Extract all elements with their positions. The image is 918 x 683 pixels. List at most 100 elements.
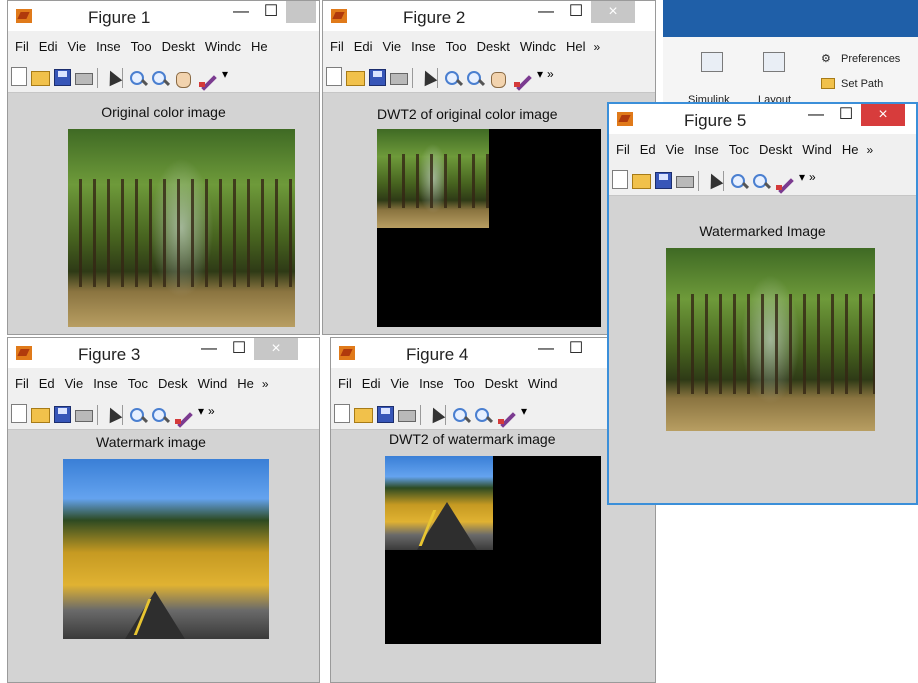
menu-edit[interactable]: Edi — [347, 31, 376, 54]
toolbar-overflow-icon[interactable]: » — [809, 170, 816, 184]
menu-insert[interactable]: Inse — [89, 31, 124, 54]
menu-file[interactable]: Fil — [8, 31, 32, 54]
menu-help[interactable]: He — [230, 368, 257, 391]
menu-edit[interactable]: Ed — [633, 134, 659, 157]
save-icon[interactable] — [655, 172, 672, 189]
open-file-icon[interactable] — [31, 408, 50, 423]
save-icon[interactable] — [369, 69, 386, 86]
open-file-icon[interactable] — [632, 174, 651, 189]
edit-plot-arrow-icon[interactable] — [427, 404, 441, 426]
figure-5-titlebar[interactable]: Figure 5 — ☐ × — [609, 104, 916, 134]
toolbar-dropdown-icon[interactable]: ▾ — [222, 67, 228, 81]
figure-2-window[interactable]: Figure 2 — ☐ × Fil Edi Vie Inse Too Deskt Windc H… — [322, 0, 656, 335]
zoom-in-icon[interactable] — [730, 170, 748, 192]
close-button[interactable]: × — [591, 1, 635, 23]
open-file-icon[interactable] — [354, 408, 373, 423]
menu-file[interactable]: Fil — [609, 134, 633, 157]
menu-window[interactable]: Wind — [521, 368, 561, 391]
menu-tools[interactable]: Toc — [121, 368, 151, 391]
menu-view[interactable]: Vie — [376, 31, 405, 54]
print-icon[interactable] — [398, 410, 416, 422]
close-button[interactable] — [286, 1, 316, 23]
print-icon[interactable] — [676, 176, 694, 188]
minimize-button[interactable]: — — [226, 1, 256, 23]
zoom-out-icon[interactable] — [752, 170, 770, 192]
menu-desktop[interactable]: Deskt — [470, 31, 513, 54]
figure-2-titlebar[interactable]: Figure 2 — ☐ × — [323, 1, 655, 31]
maximize-button[interactable]: ☐ — [831, 104, 861, 126]
edit-plot-arrow-icon[interactable] — [419, 67, 433, 89]
menu-window[interactable]: Wind — [191, 368, 231, 391]
preferences-gear-icon[interactable]: ⚙ — [821, 52, 831, 65]
menu-overflow-icon[interactable]: » — [861, 135, 873, 157]
close-button[interactable]: × — [861, 104, 905, 126]
save-icon[interactable] — [377, 406, 394, 423]
maximize-button[interactable]: ☐ — [224, 338, 254, 360]
zoom-in-icon[interactable] — [444, 67, 462, 89]
menu-help[interactable]: He — [835, 134, 862, 157]
zoom-in-icon[interactable] — [129, 404, 147, 426]
toolbar-dropdown-icon[interactable]: ▾ — [799, 170, 805, 184]
menu-file[interactable]: Fil — [323, 31, 347, 54]
menu-help[interactable]: He — [244, 31, 271, 54]
simulink-icon[interactable] — [701, 52, 723, 72]
brush-icon[interactable] — [496, 404, 516, 426]
menu-file[interactable]: Fil — [8, 368, 32, 391]
menu-insert[interactable]: Inse — [412, 368, 447, 391]
figure-5-window[interactable]: Figure 5 — ☐ × Fil Ed Vie Inse Toc Deskt Wind He»… — [607, 102, 918, 505]
layout-icon[interactable] — [763, 52, 785, 72]
menu-desktop[interactable]: Deskt — [155, 31, 198, 54]
new-figure-icon[interactable] — [326, 67, 342, 86]
brush-icon[interactable] — [512, 67, 532, 89]
menu-window[interactable]: Wind — [795, 134, 835, 157]
save-icon[interactable] — [54, 69, 71, 86]
menu-window[interactable]: Windc — [513, 31, 559, 54]
print-icon[interactable] — [75, 410, 93, 422]
new-figure-icon[interactable] — [334, 404, 350, 423]
toolbar-overflow-icon[interactable]: » — [208, 404, 215, 418]
menu-view[interactable]: Vie — [61, 31, 90, 54]
menu-overflow-icon[interactable]: » — [257, 369, 269, 391]
menu-edit[interactable]: Edi — [355, 368, 384, 391]
open-file-icon[interactable] — [31, 71, 50, 86]
new-figure-icon[interactable] — [612, 170, 628, 189]
menu-tools[interactable]: Too — [447, 368, 478, 391]
menu-view[interactable]: Vie — [659, 134, 688, 157]
menu-desktop[interactable]: Deskt — [752, 134, 795, 157]
figure-1-titlebar[interactable]: Figure 1 — ☐ — [8, 1, 319, 31]
close-button[interactable]: × — [254, 338, 298, 360]
menu-desktop[interactable]: Deskt — [478, 368, 521, 391]
menu-edit[interactable]: Edi — [32, 31, 61, 54]
new-figure-icon[interactable] — [11, 67, 27, 86]
menu-edit[interactable]: Ed — [32, 368, 58, 391]
save-icon[interactable] — [54, 406, 71, 423]
set-path-link[interactable]: Set Path — [841, 78, 883, 90]
menu-tools[interactable]: Toc — [722, 134, 752, 157]
brush-icon[interactable] — [774, 170, 794, 192]
print-icon[interactable] — [390, 73, 408, 85]
menu-desktop[interactable]: Desk — [151, 368, 191, 391]
minimize-button[interactable]: — — [801, 104, 831, 126]
set-path-folder-icon[interactable] — [821, 78, 835, 89]
zoom-out-icon[interactable] — [151, 67, 169, 89]
new-figure-icon[interactable] — [11, 404, 27, 423]
toolbar-dropdown-icon[interactable]: ▾ — [198, 404, 204, 418]
edit-plot-arrow-icon[interactable] — [705, 170, 719, 192]
maximize-button[interactable]: ☐ — [561, 1, 591, 23]
zoom-in-icon[interactable] — [129, 67, 147, 89]
figure-1-window[interactable]: Figure 1 — ☐ Fil Edi Vie Inse Too Deskt Windc He… — [7, 0, 320, 335]
toolbar-overflow-icon[interactable]: » — [547, 67, 554, 81]
maximize-button[interactable]: ☐ — [561, 338, 591, 360]
figure-3-window[interactable]: Figure 3 — ☐ × Fil Ed Vie Inse Toc Desk Wind He» … — [7, 337, 320, 683]
zoom-out-icon[interactable] — [466, 67, 484, 89]
brush-icon[interactable] — [197, 67, 217, 89]
open-file-icon[interactable] — [346, 71, 365, 86]
pan-hand-icon[interactable] — [173, 67, 193, 89]
menu-tools[interactable]: Too — [124, 31, 155, 54]
edit-plot-arrow-icon[interactable] — [104, 404, 118, 426]
menu-window[interactable]: Windc — [198, 31, 244, 54]
zoom-in-icon[interactable] — [452, 404, 470, 426]
minimize-button[interactable]: — — [194, 338, 224, 360]
toolbar-dropdown-icon[interactable]: ▾ — [521, 404, 527, 418]
menu-view[interactable]: Vie — [384, 368, 413, 391]
